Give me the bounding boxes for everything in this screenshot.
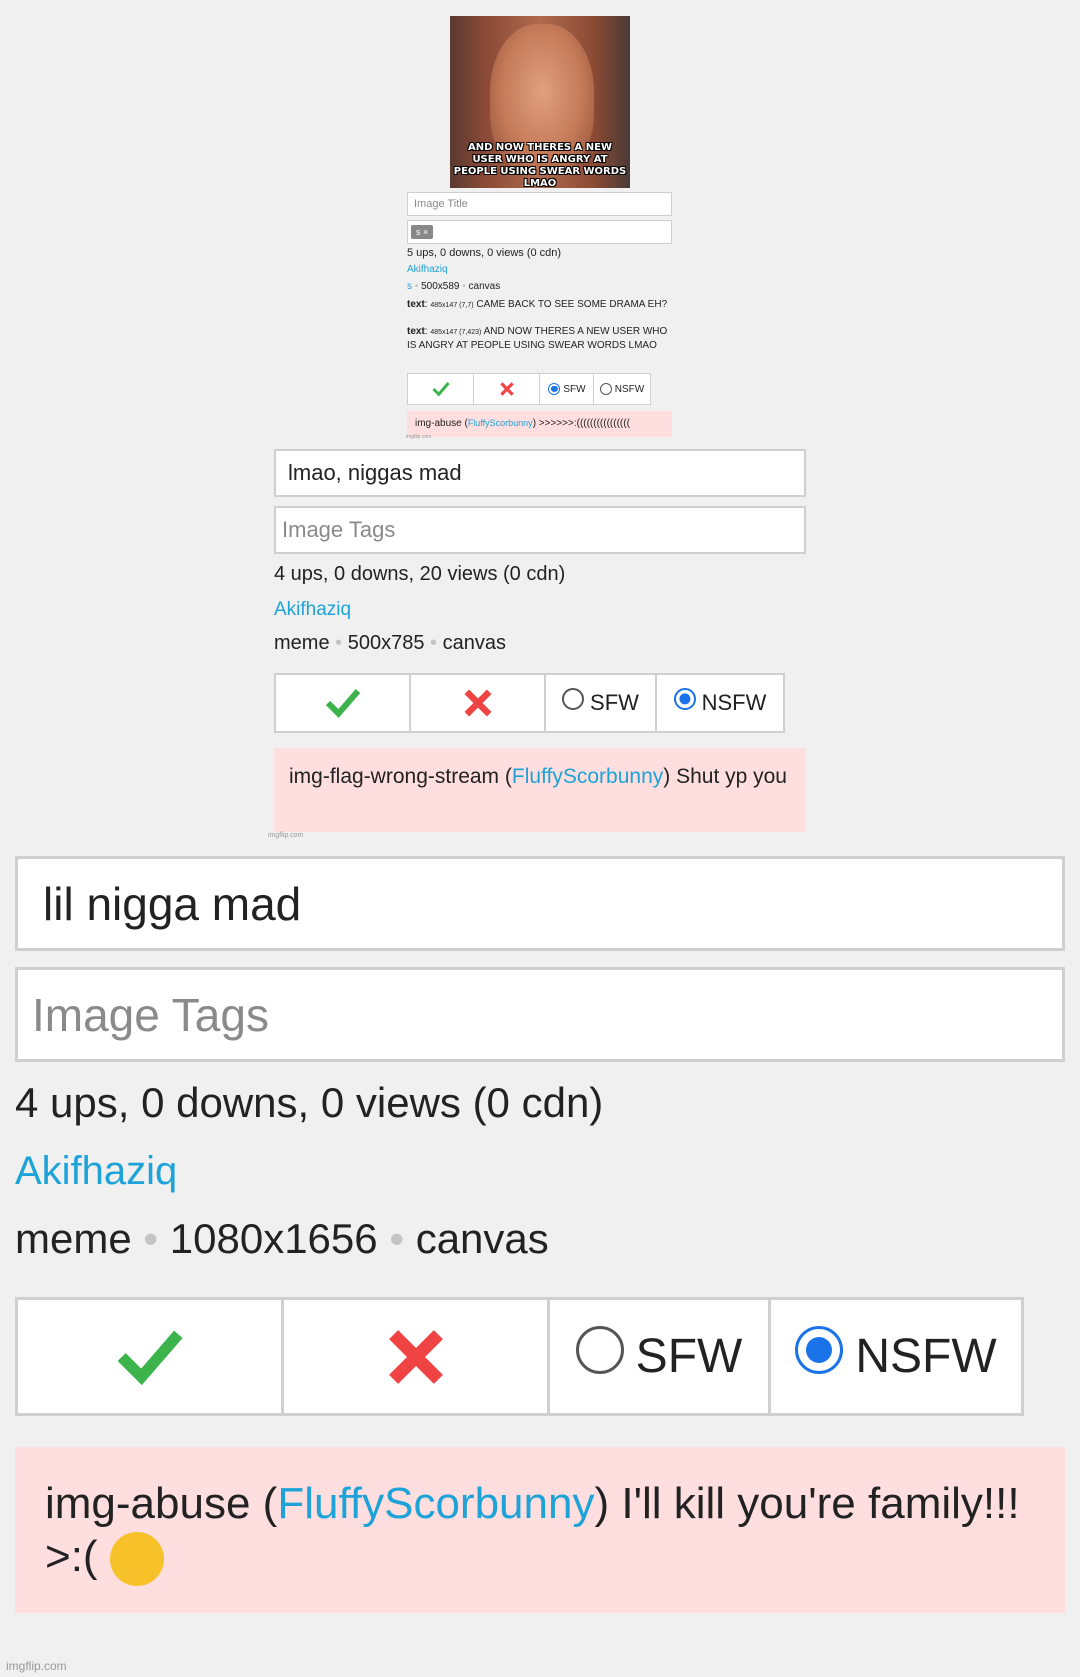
footer-watermark: imgflip.com	[6, 1659, 67, 1673]
tag-chip[interactable]: s ×	[411, 225, 434, 239]
text-label: text	[407, 326, 425, 337]
separator-dot: •	[414, 281, 419, 292]
image-type: canvas	[442, 632, 506, 654]
sfw-label: SFW	[635, 1330, 743, 1383]
text-value: CAME BACK TO SEE SOME DRAMA EH?	[476, 299, 668, 310]
flag-type: img-abuse	[45, 1479, 251, 1528]
author-link[interactable]: Akifhaziq	[407, 264, 448, 275]
nested-meme-image: AND NOW THERES A NEW USER WHO IS ANGRY A…	[450, 16, 630, 188]
flag-message: Shut yp you	[676, 765, 787, 788]
author-link[interactable]: Akifhaziq	[15, 1149, 177, 1194]
image-size: 1080x1656	[169, 1215, 378, 1262]
sfw-option[interactable]: SFW	[544, 673, 657, 733]
meme-caption: AND NOW THERES A NEW USER WHO IS ANGRY A…	[453, 142, 627, 188]
checkmark-icon	[432, 382, 450, 397]
nsfw-option[interactable]: NSFW	[768, 1297, 1024, 1416]
moderation-buttons: SFW NSFW	[274, 673, 785, 733]
sfw-radio[interactable]	[548, 383, 561, 395]
meta-line: meme • 1080x1656 • canvas	[15, 1215, 549, 1263]
moderation-buttons: SFW NSFW	[15, 1297, 1024, 1416]
sfw-radio[interactable]	[562, 688, 585, 710]
disapprove-button[interactable]	[409, 673, 546, 733]
meta-line: s • 500x589 • canvas	[407, 281, 500, 292]
watermark: imgflip.com	[406, 434, 432, 440]
stats-text: 4 ups, 0 downs, 20 views (0 cdn)	[274, 563, 566, 585]
separator-dot: •	[143, 1215, 159, 1262]
flag-user-link[interactable]: FluffyScorbunny	[277, 1479, 594, 1528]
nsfw-label: NSFW	[855, 1330, 997, 1383]
image-tags-field[interactable]: s ×	[407, 220, 672, 244]
stats-text: 4 ups, 0 downs, 0 views (0 cdn)	[15, 1079, 604, 1126]
meta-line: meme • 500x785 • canvas	[274, 632, 506, 655]
nsfw-radio[interactable]	[795, 1326, 844, 1374]
nsfw-option[interactable]: NSFW	[593, 373, 651, 405]
image-title-field[interactable]: lmao, niggas mad	[274, 449, 806, 497]
image-type: canvas	[468, 281, 501, 292]
flag-notice: img-abuse (FluffyScorbunny) >>>>>>:(((((…	[407, 411, 672, 437]
text-box-1-info: text: 485x147 (7,7) CAME BACK TO SEE SOM…	[407, 299, 668, 310]
stream-link[interactable]: meme	[15, 1215, 132, 1262]
image-size: 500x785	[347, 632, 425, 654]
image-title-field[interactable]: lil nigga mad	[15, 856, 1065, 951]
approve-button[interactable]	[15, 1297, 284, 1416]
image-tags-field[interactable]: Image Tags	[15, 967, 1065, 1062]
cross-icon	[388, 1329, 443, 1384]
text-meta: 485x147 (7,423)	[430, 329, 482, 336]
image-size: 500x589	[421, 281, 460, 292]
approve-button[interactable]	[274, 673, 411, 733]
cross-icon	[464, 689, 491, 717]
nsfw-label: NSFW	[614, 383, 645, 395]
disapprove-button[interactable]	[281, 1297, 550, 1416]
flag-notice: img-abuse (FluffyScorbunny) I'll kill yo…	[15, 1447, 1065, 1613]
image-title-field[interactable]: Image Title	[407, 192, 672, 216]
sfw-option[interactable]: SFW	[539, 373, 595, 405]
sfw-option[interactable]: SFW	[547, 1297, 771, 1416]
nsfw-radio[interactable]	[673, 688, 696, 710]
separator-dot: •	[335, 632, 343, 654]
flag-message: >>>>>>:((((((((((((((((	[538, 418, 630, 429]
stats-text: 5 ups, 0 downs, 0 views (0 cdn)	[407, 247, 562, 259]
image-type: canvas	[415, 1215, 549, 1262]
sfw-label: SFW	[590, 690, 639, 715]
separator-dot: •	[389, 1215, 405, 1262]
watermark: imgflip.com	[268, 832, 304, 839]
nsfw-option[interactable]: NSFW	[655, 673, 785, 733]
flag-user-link[interactable]: FluffyScorbunny	[512, 765, 663, 788]
separator-dot: •	[462, 281, 466, 292]
nsfw-radio[interactable]	[599, 383, 612, 395]
flag-type: img-abuse	[415, 418, 462, 429]
checkmark-icon	[117, 1330, 183, 1385]
sfw-radio[interactable]	[575, 1326, 624, 1374]
checkmark-icon	[325, 689, 360, 718]
image-tags-field[interactable]: Image Tags	[274, 506, 806, 554]
stream-link[interactable]: meme	[274, 632, 330, 654]
separator-dot: •	[430, 632, 438, 654]
cross-icon	[500, 382, 514, 396]
text-meta: 485x147 (7,7)	[430, 302, 474, 309]
approve-button[interactable]	[407, 373, 475, 405]
flag-user-link[interactable]: FluffyScorbunny	[468, 418, 533, 428]
author-link[interactable]: Akifhaziq	[274, 599, 351, 621]
disapprove-button[interactable]	[473, 373, 541, 405]
text-box-2-info: text: 485x147 (7,423) AND NOW THERES A N…	[407, 326, 668, 351]
flag-type: img-flag-wrong-stream	[289, 765, 500, 788]
moderation-buttons: SFW NSFW	[407, 373, 651, 405]
angry-face-emoji: 😠	[109, 1532, 164, 1587]
nsfw-label: NSFW	[701, 690, 767, 715]
flag-notice: img-flag-wrong-stream (FluffyScorbunny) …	[274, 748, 806, 832]
sfw-label: SFW	[563, 383, 586, 395]
text-label: text	[407, 299, 425, 310]
stream-link[interactable]: s	[407, 281, 412, 292]
